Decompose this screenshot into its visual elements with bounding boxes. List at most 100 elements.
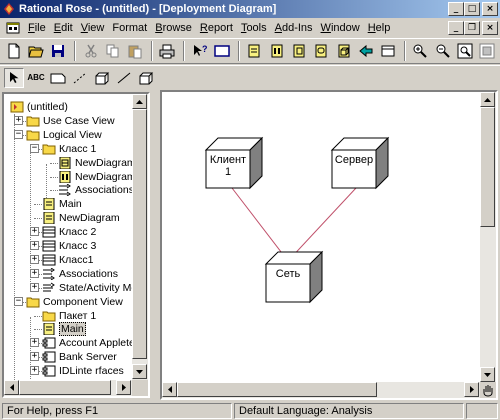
- tree-item[interactable]: NewDiagram: [58, 170, 136, 184]
- browse-previous-diagram-icon[interactable]: [378, 41, 397, 61]
- tree-item[interactable]: Пакет 1: [42, 309, 96, 323]
- text-box-tool[interactable]: ABC: [26, 68, 46, 88]
- device-tool-icon[interactable]: [136, 68, 156, 88]
- mdi-restore-button[interactable]: ❐: [464, 21, 480, 35]
- view-documentation-icon[interactable]: [212, 41, 231, 61]
- browser-vertical-scroll-thumb[interactable]: [132, 109, 147, 359]
- tree-item[interactable]: NewDiagram: [58, 156, 136, 170]
- zoom-out-icon[interactable]: [433, 41, 452, 61]
- processor-tool-icon[interactable]: [92, 68, 112, 88]
- tree-item[interactable]: Component View: [26, 295, 123, 309]
- resize-grip-icon[interactable]: [480, 382, 496, 398]
- collapse-minus-icon[interactable]: −: [30, 143, 39, 153]
- browse-interaction-diagram-icon[interactable]: [267, 41, 286, 61]
- scroll-down-arrow-icon[interactable]: [480, 367, 495, 382]
- mdi-close-button[interactable]: ×: [482, 21, 498, 35]
- connection-tool-icon[interactable]: [114, 68, 134, 88]
- browse-component-diagram-icon[interactable]: [289, 41, 308, 61]
- node-network[interactable]: Сеть: [264, 250, 324, 304]
- browser-vertical-scrollbar[interactable]: [132, 94, 148, 380]
- browse-parent-icon[interactable]: [356, 41, 375, 61]
- collapse-minus-icon[interactable]: −: [14, 129, 23, 139]
- browse-state-diagram-icon[interactable]: [312, 41, 331, 61]
- menu-tools[interactable]: Tools: [237, 22, 271, 34]
- diagram-icon: [42, 211, 56, 225]
- scroll-left-arrow-icon[interactable]: [162, 382, 177, 397]
- diagram-vertical-scroll-thumb[interactable]: [480, 107, 495, 227]
- tree-item[interactable]: Logical View: [26, 128, 102, 142]
- tree-item[interactable]: NewDiagram: [42, 211, 120, 225]
- menu-edit[interactable]: Edit: [50, 22, 77, 34]
- scroll-right-arrow-icon[interactable]: [464, 382, 479, 397]
- expand-plus-icon[interactable]: +: [30, 338, 39, 348]
- menu-window[interactable]: Window: [317, 22, 364, 34]
- expand-plus-icon[interactable]: +: [30, 241, 39, 250]
- close-button[interactable]: ×: [482, 2, 498, 16]
- tree-item[interactable]: (untitled): [10, 100, 68, 114]
- minimize-button[interactable]: _: [448, 2, 464, 16]
- expand-plus-icon[interactable]: +: [30, 352, 39, 362]
- tree-item[interactable]: Класс 1: [42, 142, 96, 156]
- menu-view[interactable]: View: [77, 22, 109, 34]
- scroll-down-arrow-icon[interactable]: [132, 364, 147, 379]
- node-server[interactable]: Сервер: [330, 136, 390, 190]
- browser-tree[interactable]: (untitled) + Use Case View − Logical View − Кл…: [2, 92, 150, 398]
- tree-item[interactable]: Класс 3: [42, 239, 96, 253]
- anchor-note-tool-icon[interactable]: [70, 68, 90, 88]
- scroll-up-arrow-icon[interactable]: [132, 94, 147, 109]
- new-file-icon[interactable]: [4, 41, 23, 61]
- menu-report[interactable]: Report: [196, 22, 237, 34]
- context-help-icon[interactable]: ?: [190, 41, 209, 61]
- selection-arrow-icon[interactable]: [4, 67, 24, 88]
- menu-format[interactable]: Format: [108, 22, 151, 34]
- cut-icon[interactable]: [81, 41, 100, 61]
- browse-class-diagram-icon[interactable]: [245, 41, 264, 61]
- collapse-minus-icon[interactable]: −: [14, 296, 23, 306]
- diagram-horizontal-scrollbar[interactable]: [162, 382, 480, 398]
- tree-item[interactable]: Класс1: [42, 253, 93, 267]
- tree-item[interactable]: Associations: [42, 267, 118, 281]
- open-folder-icon[interactable]: [26, 41, 45, 61]
- node-client[interactable]: Клиент1: [204, 136, 264, 190]
- tree-item[interactable]: Main: [42, 197, 82, 211]
- browse-deployment-diagram-icon[interactable]: [334, 41, 353, 61]
- expand-plus-icon[interactable]: +: [30, 254, 39, 264]
- expand-plus-icon[interactable]: +: [30, 366, 39, 376]
- rational-rose-app-icon[interactable]: [2, 2, 16, 16]
- browser-horizontal-scrollbar[interactable]: [4, 380, 132, 396]
- menu-browse[interactable]: Browse: [151, 22, 196, 34]
- zoom-in-icon[interactable]: [411, 41, 430, 61]
- menu-file[interactable]: File: [24, 22, 50, 34]
- paste-icon[interactable]: [125, 41, 144, 61]
- expand-plus-icon[interactable]: +: [30, 268, 39, 278]
- print-icon[interactable]: [158, 41, 177, 61]
- tree-item[interactable]: Класс 2: [42, 225, 96, 239]
- maximize-button[interactable]: □: [464, 2, 480, 16]
- mdi-minimize-button[interactable]: _: [448, 21, 464, 35]
- copy-icon[interactable]: [103, 41, 122, 61]
- tree-item[interactable]: State/Activity Mo: [42, 281, 137, 295]
- deployment-diagram-canvas[interactable]: Клиент 1 Сервер Сеть: [160, 90, 498, 400]
- save-icon[interactable]: [49, 41, 68, 61]
- browser-horizontal-scroll-thumb[interactable]: [19, 380, 111, 395]
- menu-help[interactable]: Help: [364, 22, 395, 34]
- undo-fit-in-window-icon[interactable]: [478, 41, 497, 61]
- diagram-horizontal-scroll-thumb[interactable]: [177, 382, 377, 397]
- scroll-up-arrow-icon[interactable]: [480, 92, 495, 107]
- expand-plus-icon[interactable]: +: [14, 115, 23, 125]
- fit-in-window-icon[interactable]: [455, 41, 474, 61]
- scroll-left-arrow-icon[interactable]: [4, 380, 19, 395]
- tree-item[interactable]: Main: [42, 322, 86, 337]
- menu-add-ins[interactable]: Add-Ins: [271, 22, 317, 34]
- tree-item[interactable]: IDLinte rfaces: [42, 364, 124, 378]
- note-tool-icon[interactable]: [48, 68, 68, 88]
- diagram-vertical-scrollbar[interactable]: [480, 92, 496, 382]
- tree-item[interactable]: Associations: [58, 183, 134, 197]
- expand-plus-icon[interactable]: +: [30, 282, 39, 292]
- scroll-right-arrow-icon[interactable]: [116, 380, 131, 395]
- tree-item[interactable]: Use Case View: [26, 114, 115, 128]
- tree-item[interactable]: Account Applete: [42, 336, 135, 350]
- tree-item[interactable]: Bank Server: [42, 350, 117, 364]
- expand-plus-icon[interactable]: +: [30, 227, 39, 237]
- diagram-window-icon[interactable]: [6, 21, 20, 35]
